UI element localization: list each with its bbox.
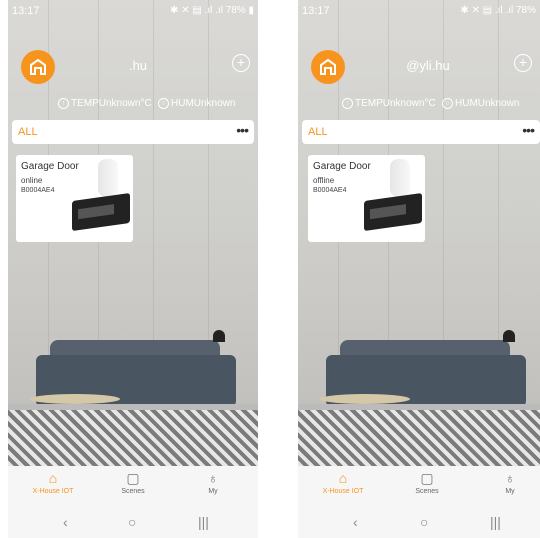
room-filter-bar: ALL ••• bbox=[302, 120, 540, 144]
status-icons: ✱ ✕ ▤ .ıl .ıl 78% ▮ bbox=[170, 5, 254, 16]
tab-my[interactable]: ♁ My bbox=[178, 470, 248, 495]
add-device-button[interactable]: + bbox=[232, 54, 250, 72]
status-bar: 13:17 ✱ ✕ ▤ .ıl .ıl 78% ▮ bbox=[8, 0, 258, 22]
lamp-illustration bbox=[503, 330, 515, 342]
filter-all-tab[interactable]: ALL bbox=[18, 126, 38, 138]
humidity-sensor: ○ HUMUnknown bbox=[158, 98, 235, 109]
home-nav-button[interactable]: ○ bbox=[420, 514, 428, 530]
tab-my-label: My bbox=[208, 488, 218, 495]
device-code: B0004AE4 bbox=[21, 187, 55, 194]
back-nav-button[interactable]: ‹ bbox=[353, 514, 358, 530]
humidity-icon: ○ bbox=[158, 98, 169, 109]
table-illustration bbox=[320, 394, 410, 404]
filter-all-tab[interactable]: ALL bbox=[308, 126, 328, 138]
tab-home[interactable]: ⌂ X-House IOT bbox=[18, 470, 88, 495]
profile-icon: ♁ bbox=[504, 470, 516, 486]
status-icons: ✱ ✕ ▤ .ıl .ıl 78% bbox=[460, 5, 536, 16]
tab-my[interactable]: ♁ My bbox=[475, 470, 540, 495]
humidity-icon: ○ bbox=[442, 98, 453, 109]
device-title: Garage Door bbox=[21, 161, 79, 172]
logo-icon bbox=[320, 58, 336, 75]
device-status: online bbox=[21, 176, 43, 185]
status-time: 13:17 bbox=[12, 5, 40, 17]
recents-nav-button[interactable]: ||| bbox=[198, 514, 209, 530]
device-cable-image bbox=[98, 159, 118, 197]
device-card[interactable]: Garage Door offline B0004AE4 bbox=[308, 155, 425, 242]
phone-screen-right: 13:17 ✱ ✕ ▤ .ıl .ıl 78% @yli.hu + ↑ TEMP… bbox=[298, 0, 540, 538]
device-title: Garage Door bbox=[313, 161, 371, 172]
temperature-sensor: ↑ TEMPUnknown°C bbox=[58, 98, 152, 109]
system-nav-bar: ‹ ○ ||| bbox=[8, 506, 258, 538]
tab-scenes-label: Scenes bbox=[121, 488, 145, 495]
app-logo bbox=[21, 50, 55, 84]
humidity-label: HUMUnknown bbox=[171, 98, 236, 109]
scenes-icon: ▢ bbox=[126, 470, 140, 486]
room-filter-bar: ALL ••• bbox=[12, 120, 254, 144]
tab-scenes[interactable]: ▢ Scenes bbox=[98, 470, 168, 495]
recents-nav-button[interactable]: ||| bbox=[490, 514, 501, 530]
logo-icon bbox=[30, 58, 46, 75]
more-icon[interactable]: ••• bbox=[522, 122, 535, 138]
home-nav-button[interactable]: ○ bbox=[128, 514, 136, 530]
bottom-tab-bar: ⌂ X-House IOT ▢ Scenes ♁ My bbox=[298, 466, 540, 506]
rug-illustration bbox=[298, 410, 540, 466]
device-image bbox=[72, 192, 130, 232]
device-code: B0004AE4 bbox=[313, 187, 347, 194]
bottom-tab-bar: ⌂ X-House IOT ▢ Scenes ♁ My bbox=[8, 466, 258, 506]
thermometer-icon: ↑ bbox=[58, 98, 69, 109]
more-icon[interactable]: ••• bbox=[236, 122, 249, 138]
humidity-label: HUMUnknown bbox=[455, 98, 520, 109]
status-time: 13:17 bbox=[302, 5, 330, 17]
rug-illustration bbox=[8, 410, 258, 466]
app-logo bbox=[311, 50, 345, 84]
humidity-sensor: ○ HUMUnknown bbox=[442, 98, 519, 109]
device-image bbox=[364, 192, 422, 232]
plus-icon: + bbox=[518, 54, 528, 70]
lamp-illustration bbox=[213, 330, 225, 342]
temperature-label: TEMPUnknown°C bbox=[71, 98, 152, 109]
profile-icon: ♁ bbox=[207, 470, 219, 486]
scenes-icon: ▢ bbox=[420, 470, 434, 486]
plus-icon: + bbox=[236, 54, 246, 70]
thermometer-icon: ↑ bbox=[342, 98, 353, 109]
system-nav-bar: ‹ ○ ||| bbox=[298, 506, 540, 538]
username: @yli.hu bbox=[406, 58, 450, 73]
home-icon: ⌂ bbox=[48, 470, 58, 486]
back-nav-button[interactable]: ‹ bbox=[63, 514, 68, 530]
tab-home-label: X-House IOT bbox=[322, 488, 364, 495]
username: .hu bbox=[128, 58, 148, 73]
tab-scenes[interactable]: ▢ Scenes bbox=[392, 470, 462, 495]
device-card[interactable]: Garage Door online B0004AE4 bbox=[16, 155, 133, 242]
tab-home[interactable]: ⌂ X-House IOT bbox=[308, 470, 378, 495]
temperature-label: TEMPUnknown°C bbox=[355, 98, 436, 109]
tab-my-label: My bbox=[505, 488, 515, 495]
tab-scenes-label: Scenes bbox=[415, 488, 439, 495]
table-illustration bbox=[30, 394, 120, 404]
temperature-sensor: ↑ TEMPUnknown°C bbox=[342, 98, 436, 109]
tab-home-label: X-House IOT bbox=[32, 488, 74, 495]
add-device-button[interactable]: + bbox=[514, 54, 532, 72]
home-icon: ⌂ bbox=[338, 470, 348, 486]
phone-screen-left: 13:17 ✱ ✕ ▤ .ıl .ıl 78% ▮ .hu + ↑ TEMPUn… bbox=[8, 0, 258, 538]
device-cable-image bbox=[390, 159, 410, 197]
device-status: offline bbox=[313, 176, 335, 185]
status-bar: 13:17 ✱ ✕ ▤ .ıl .ıl 78% bbox=[298, 0, 540, 22]
